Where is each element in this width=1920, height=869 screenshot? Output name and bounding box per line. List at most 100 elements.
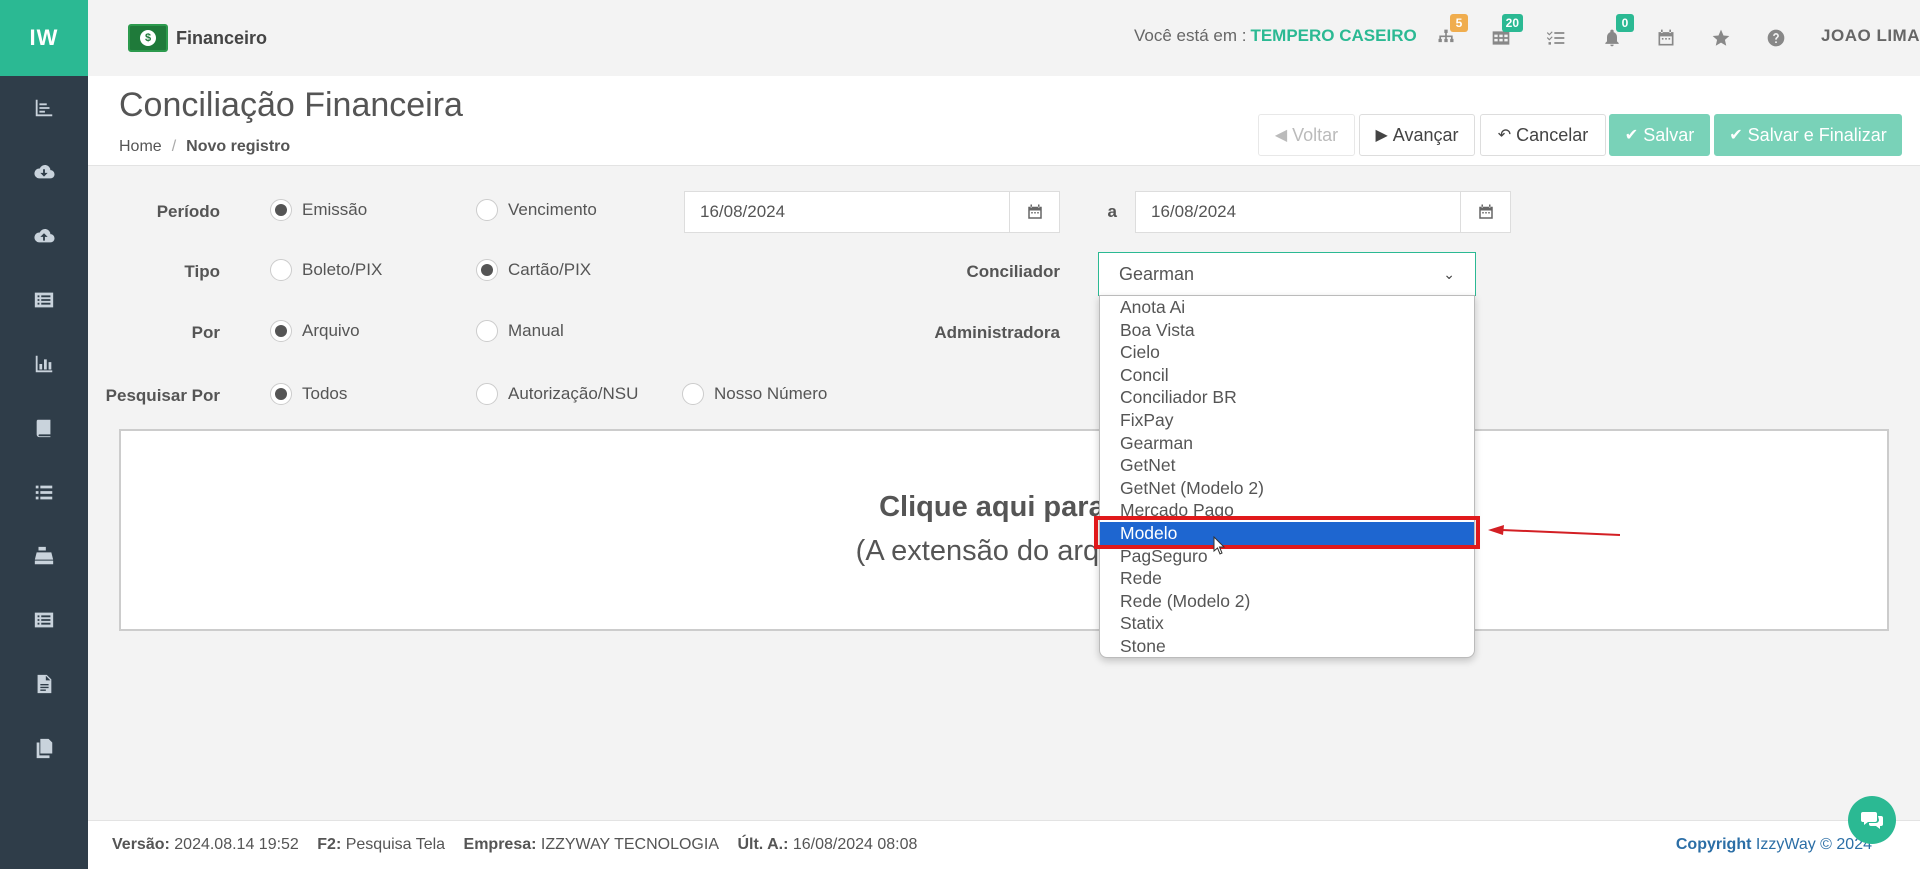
cloud-upload-icon <box>34 228 55 243</box>
help-icon <box>1767 29 1785 47</box>
company-context: Você está em : TEMPERO CASEIRO <box>1134 26 1417 45</box>
sidebar-item-reports[interactable] <box>0 332 88 396</box>
save-button[interactable]: ✔ Salvar <box>1609 114 1710 156</box>
radio-todos[interactable]: Todos <box>270 383 347 405</box>
option-pagseguro[interactable]: PagSeguro <box>1100 545 1474 568</box>
tasks-button[interactable] <box>1542 24 1570 52</box>
radio-circle[interactable] <box>682 383 704 405</box>
sitemap-button[interactable]: 5 <box>1432 14 1468 52</box>
start-date-calendar-button[interactable] <box>1009 192 1059 232</box>
radio-autorizacao[interactable]: Autorização/NSU <box>476 383 638 405</box>
calendar-button[interactable] <box>1652 24 1680 52</box>
option-rede[interactable]: Rede <box>1100 567 1474 590</box>
chat-button[interactable] <box>1848 796 1896 844</box>
next-button[interactable]: ▶ Avançar <box>1359 114 1475 156</box>
option-rede-modelo-2[interactable]: Rede (Modelo 2) <box>1100 590 1474 613</box>
end-date-calendar-button[interactable] <box>1460 192 1510 232</box>
reconciler-select[interactable]: Gearman ⌄ <box>1098 252 1476 296</box>
table-badge: 20 <box>1501 14 1523 32</box>
undo-icon: ↶ <box>1497 127 1512 144</box>
file-icon <box>37 674 52 694</box>
mouse-cursor-icon <box>1213 536 1226 555</box>
radio-nosso-numero[interactable]: Nosso Número <box>682 383 827 405</box>
option-getnet[interactable]: GetNet <box>1100 454 1474 477</box>
radio-arquivo[interactable]: Arquivo <box>270 320 360 342</box>
breadcrumb: Home / Novo registro <box>119 138 291 155</box>
chart-icon <box>35 99 53 117</box>
option-cielo[interactable]: Cielo <box>1100 341 1474 364</box>
module-title[interactable]: $ Financeiro <box>128 24 267 52</box>
option-concil[interactable]: Concil <box>1100 364 1474 387</box>
sidebar-item-upload[interactable] <box>0 204 88 268</box>
footer: Versão: 2024.08.14 19:52 F2: Pesquisa Te… <box>88 820 1920 869</box>
page-title: Conciliação Financeira <box>119 86 463 124</box>
reconciliation-form: Período Emissão Vencimento a Tipo Boleto… <box>88 166 1920 820</box>
company-name[interactable]: TEMPERO CASEIRO <box>1250 26 1416 45</box>
radio-circle[interactable] <box>476 320 498 342</box>
option-conciliador-br[interactable]: Conciliador BR <box>1100 386 1474 409</box>
radio-emissao[interactable]: Emissão <box>270 199 367 221</box>
radio-circle[interactable] <box>270 383 292 405</box>
radio-manual[interactable]: Manual <box>476 320 564 342</box>
breadcrumb-home[interactable]: Home <box>119 138 162 155</box>
sidebar-item-dashboard[interactable] <box>0 76 88 140</box>
start-date-input[interactable] <box>685 192 1009 232</box>
breadcrumb-current: Novo registro <box>186 138 291 155</box>
app-logo[interactable]: IW <box>0 0 88 76</box>
save-finish-button[interactable]: ✔ Salvar e Finalizar <box>1714 114 1902 156</box>
help-button[interactable] <box>1762 24 1790 52</box>
user-menu[interactable]: JOAO LIMA <box>1821 26 1920 46</box>
chevron-down-icon: ⌄ <box>1443 265 1455 282</box>
option-modelo[interactable]: Modelo <box>1100 521 1474 545</box>
end-date-input[interactable] <box>1136 192 1460 232</box>
check-icon: ✔ <box>1624 127 1639 144</box>
option-stone[interactable]: Stone <box>1100 635 1474 658</box>
cancel-button[interactable]: ↶ Cancelar <box>1480 114 1606 156</box>
sidebar-item-entries[interactable] <box>0 588 88 652</box>
option-mercado-pago[interactable]: Mercado Pago <box>1100 499 1474 522</box>
option-statix[interactable]: Statix <box>1100 612 1474 635</box>
radio-cartao[interactable]: Cartão/PIX <box>476 259 591 281</box>
next-icon: ▶ <box>1375 127 1388 144</box>
table-button[interactable]: 20 <box>1487 14 1523 52</box>
radio-vencimento[interactable]: Vencimento <box>476 199 597 221</box>
notifications-button[interactable]: 0 <box>1598 14 1634 52</box>
list-alt-icon <box>34 612 54 628</box>
sidebar-item-cash-register[interactable] <box>0 524 88 588</box>
radio-circle[interactable] <box>476 259 498 281</box>
by-label: Por <box>191 323 220 342</box>
sidebar-item-list[interactable] <box>0 460 88 524</box>
type-label: Tipo <box>184 262 220 281</box>
footer-copyright[interactable]: Copyright IzzyWay © 2024 <box>1676 836 1872 854</box>
option-fixpay[interactable]: FixPay <box>1100 409 1474 432</box>
annotation-arrow <box>1488 525 1620 536</box>
reconciler-dropdown-list: Anota Ai Boa Vista Cielo Concil Concilia… <box>1099 295 1475 658</box>
option-anota-ai[interactable]: Anota Ai <box>1100 296 1474 319</box>
start-date-field[interactable] <box>684 191 1060 233</box>
period-label: Período <box>156 202 220 221</box>
sidebar-item-copy[interactable] <box>0 716 88 780</box>
end-date-field[interactable] <box>1135 191 1511 233</box>
option-getnet-modelo-2[interactable]: GetNet (Modelo 2) <box>1100 477 1474 500</box>
sidebar-item-book[interactable] <box>0 396 88 460</box>
page-header: Conciliação Financeira Home / Novo registr… <box>88 76 1920 166</box>
back-button[interactable]: ◀ Voltar <box>1258 114 1355 156</box>
option-boa-vista[interactable]: Boa Vista <box>1100 319 1474 342</box>
radio-circle[interactable] <box>270 320 292 342</box>
radio-circle[interactable] <box>476 199 498 221</box>
favorites-button[interactable] <box>1707 24 1735 52</box>
sidebar-item-file[interactable] <box>0 652 88 716</box>
cloud-download-icon <box>34 164 55 179</box>
radio-circle[interactable] <box>270 199 292 221</box>
sidebar-item-records[interactable] <box>0 268 88 332</box>
file-dropzone[interactable]: Clique aqui para e (A extensão do arquiv… <box>119 429 1889 631</box>
radio-circle[interactable] <box>476 383 498 405</box>
dropzone-title: Clique aqui para e <box>879 491 1129 523</box>
radio-circle[interactable] <box>270 259 292 281</box>
sidebar-item-download[interactable] <box>0 140 88 204</box>
back-icon: ◀ <box>1274 127 1288 144</box>
calendar-icon <box>1478 204 1493 219</box>
option-gearman[interactable]: Gearman <box>1100 432 1474 455</box>
check-icon: ✔ <box>1729 127 1743 144</box>
radio-boleto[interactable]: Boleto/PIX <box>270 259 382 281</box>
